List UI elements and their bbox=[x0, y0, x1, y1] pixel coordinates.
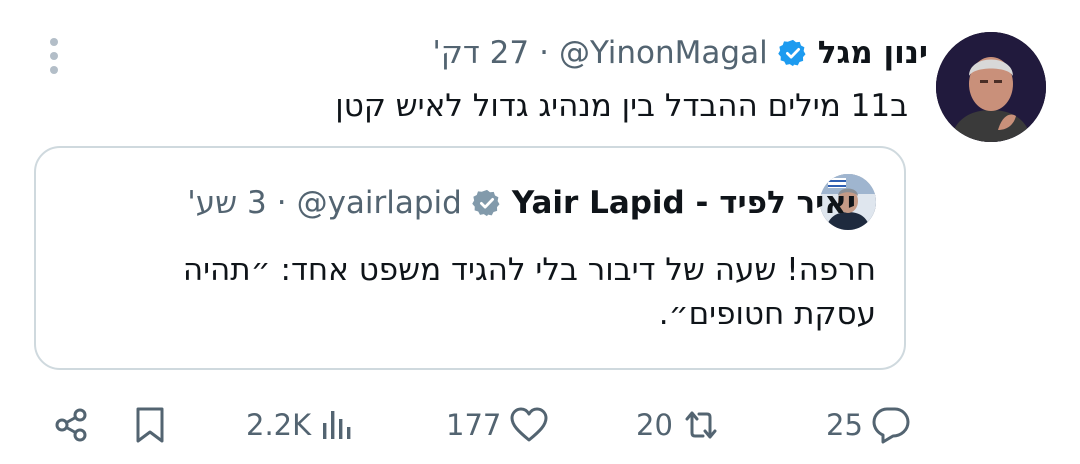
likes-count: 177 bbox=[446, 408, 502, 442]
replies-count: 25 bbox=[826, 408, 863, 442]
share-button[interactable] bbox=[52, 398, 92, 452]
share-icon bbox=[52, 405, 92, 445]
reply-button[interactable]: 25 bbox=[826, 398, 911, 452]
author-name[interactable]: ינון מגל bbox=[818, 35, 928, 71]
quoted-post-text: חרפה! שעה של דיבור בלי להגיד משפט אחד: ״… bbox=[182, 252, 876, 332]
quoted-author-name[interactable]: יאיר לפיד - Yair Lapid bbox=[512, 185, 856, 221]
repost-icon bbox=[681, 405, 721, 445]
reposts-count: 20 bbox=[636, 408, 673, 442]
reply-bubble-icon bbox=[871, 405, 911, 445]
post-header: ינון מגל @YinonMagal · 27 דק' bbox=[432, 30, 928, 76]
post-text: ב11 מילים ההבדל בין מנהיג גדול לאיש קטן bbox=[335, 88, 908, 124]
views-icon bbox=[319, 407, 355, 443]
bookmark-button[interactable] bbox=[130, 398, 170, 452]
author-avatar[interactable] bbox=[936, 32, 1046, 142]
bookmark-icon bbox=[130, 405, 170, 445]
views-button[interactable]: 2.2K bbox=[246, 398, 355, 452]
quoted-separator-dot: · bbox=[276, 185, 287, 221]
repost-button[interactable]: 20 bbox=[636, 398, 721, 452]
gray-verified-badge-icon bbox=[472, 188, 502, 218]
like-button[interactable]: 177 bbox=[446, 398, 549, 452]
author-handle[interactable]: @YinonMagal bbox=[559, 35, 768, 71]
verified-badge-icon bbox=[777, 38, 808, 68]
quoted-author-handle[interactable]: @yairlapid bbox=[297, 185, 462, 221]
more-options-icon[interactable] bbox=[44, 38, 64, 74]
quoted-post-time[interactable]: 3 שע' bbox=[187, 185, 266, 221]
heart-icon bbox=[509, 405, 549, 445]
quoted-post-header: יאיר לפיד - Yair Lapid @yairlapid · 3 שע… bbox=[187, 180, 856, 226]
views-count: 2.2K bbox=[246, 408, 312, 442]
post-time[interactable]: 27 דק' bbox=[432, 35, 529, 71]
separator-dot: · bbox=[539, 35, 549, 71]
